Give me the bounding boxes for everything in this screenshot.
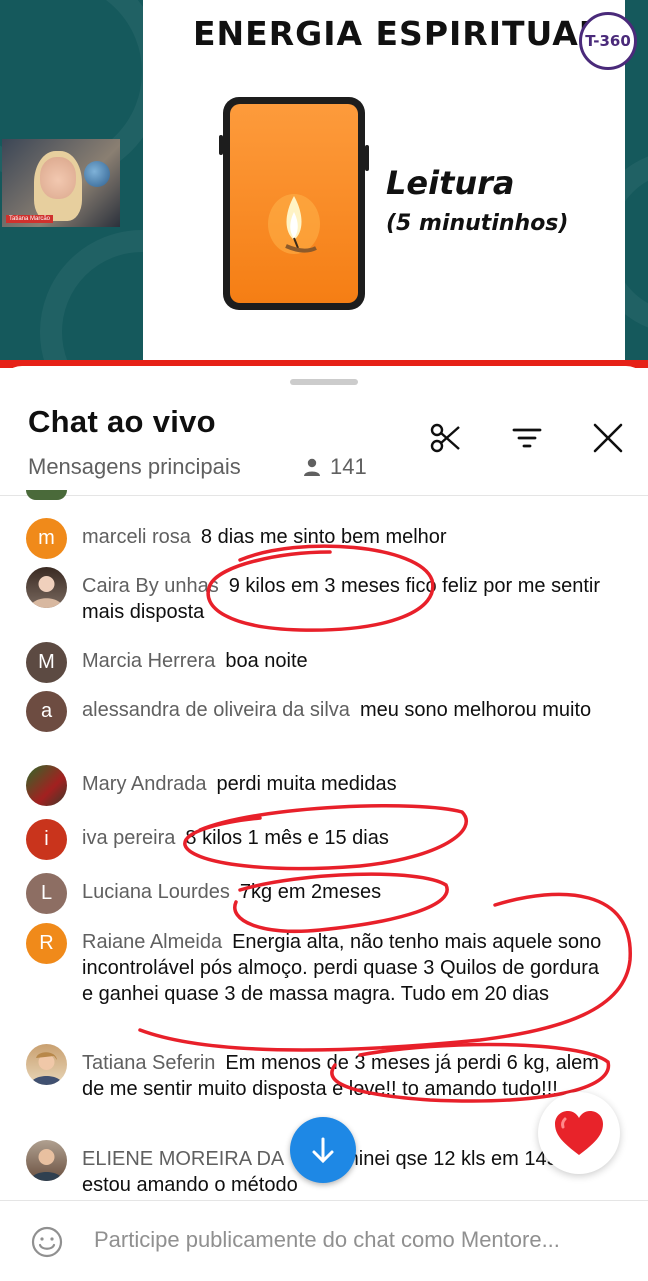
message-text: 8 dias me sinto bem melhor <box>200 526 447 548</box>
partial-avatar <box>26 490 67 500</box>
message-author[interactable]: ELIENE MOREIRA DA <box>82 1148 284 1170</box>
presentation-slide: ENERGIA ESPIRITUAL T-360 Leitura (5 minu… <box>143 0 637 362</box>
reading-duration: (5 minutinhos) <box>386 211 569 236</box>
presenter-name: Tatiana Marcão <box>6 215 54 223</box>
message-text: meu sono melhorou muito <box>359 699 592 721</box>
heart-icon <box>555 1111 603 1155</box>
chat-message: i iva pereira 8 kilos 1 mês e 15 dias <box>26 819 612 860</box>
filter-button[interactable] <box>507 418 547 458</box>
avatar[interactable]: M <box>26 642 67 683</box>
chat-message: m marceli rosa 8 dias me sinto bem melhor <box>26 518 612 559</box>
chat-message: Caira By unhas 9 kilos em 3 meses fico fe… <box>26 567 612 625</box>
reading-title: Leitura <box>386 164 515 202</box>
message-text: perdi muita medidas <box>216 773 397 795</box>
chat-message: a alessandra de oliveira da silva meu son… <box>26 691 612 732</box>
viewer-count-value: 141 <box>330 454 367 479</box>
avatar[interactable]: i <box>26 819 67 860</box>
message-author[interactable]: Marcia Herrera <box>82 650 215 672</box>
chat-message-input[interactable] <box>94 1227 646 1253</box>
video-player[interactable]: ENERGIA ESPIRITUAL T-360 Leitura (5 minu… <box>0 0 648 365</box>
message-author[interactable]: alessandra de oliveira da silva <box>82 699 350 721</box>
avatar[interactable] <box>26 765 67 806</box>
drag-handle[interactable] <box>290 379 358 385</box>
avatar[interactable] <box>26 1044 67 1085</box>
candle-icon <box>268 194 320 254</box>
slide-title: ENERGIA ESPIRITUAL <box>193 14 601 53</box>
message-author[interactable]: Caira By unhas <box>82 575 219 597</box>
avatar[interactable] <box>26 1140 67 1181</box>
message-author[interactable]: marceli rosa <box>82 526 191 548</box>
message-text: 8 kilos 1 mês e 15 dias <box>185 827 389 849</box>
message-author[interactable]: Tatiana Seferin <box>82 1052 215 1074</box>
chat-message: L Luciana Lourdes 7kg em 2meses <box>26 873 612 914</box>
avatar[interactable]: a <box>26 691 67 732</box>
avatar[interactable] <box>26 567 67 608</box>
scroll-to-bottom-button[interactable] <box>290 1117 356 1183</box>
phone-illustration <box>219 97 369 310</box>
avatar[interactable]: L <box>26 873 67 914</box>
message-text: boa noite <box>225 650 308 672</box>
close-chat-button[interactable] <box>588 418 628 458</box>
t360-logo: T-360 <box>579 12 637 70</box>
chat-message: R Raiane Almeida Energia alta, não tenho … <box>26 923 612 1007</box>
chat-message: Tatiana Seferin Em menos de 3 meses já pe… <box>26 1044 612 1102</box>
message-text: 7kg em 2meses <box>239 881 382 903</box>
clip-button[interactable] <box>426 418 466 458</box>
person-icon <box>304 458 320 476</box>
avatar[interactable]: m <box>26 518 67 559</box>
arrow-down-icon <box>312 1137 334 1164</box>
chat-input-bar <box>0 1200 648 1281</box>
message-author[interactable]: iva pereira <box>82 827 175 849</box>
close-icon <box>593 423 623 453</box>
chat-message: Mary Andrada perdi muita medidas <box>26 765 612 806</box>
message-author[interactable]: Raiane Almeida <box>82 931 222 953</box>
scissors-icon <box>430 423 460 453</box>
message-author[interactable]: Mary Andrada <box>82 773 207 795</box>
emoji-icon <box>31 1226 63 1258</box>
header-divider <box>0 495 648 496</box>
message-author[interactable]: Luciana Lourdes <box>82 881 230 903</box>
chat-message: M Marcia Herrera boa noite <box>26 642 612 683</box>
filter-icon <box>512 428 542 448</box>
reaction-heart-button[interactable] <box>538 1092 620 1174</box>
phone-screen <box>230 104 358 303</box>
avatar[interactable]: R <box>26 923 67 964</box>
viewer-count: 141 <box>302 454 367 480</box>
chat-mode-selector[interactable]: Mensagens principais <box>28 454 241 480</box>
emoji-button[interactable] <box>30 1225 64 1264</box>
chat-title: Chat ao vivo <box>28 404 216 439</box>
presenter-webcam: Tatiana Marcão <box>2 139 120 227</box>
